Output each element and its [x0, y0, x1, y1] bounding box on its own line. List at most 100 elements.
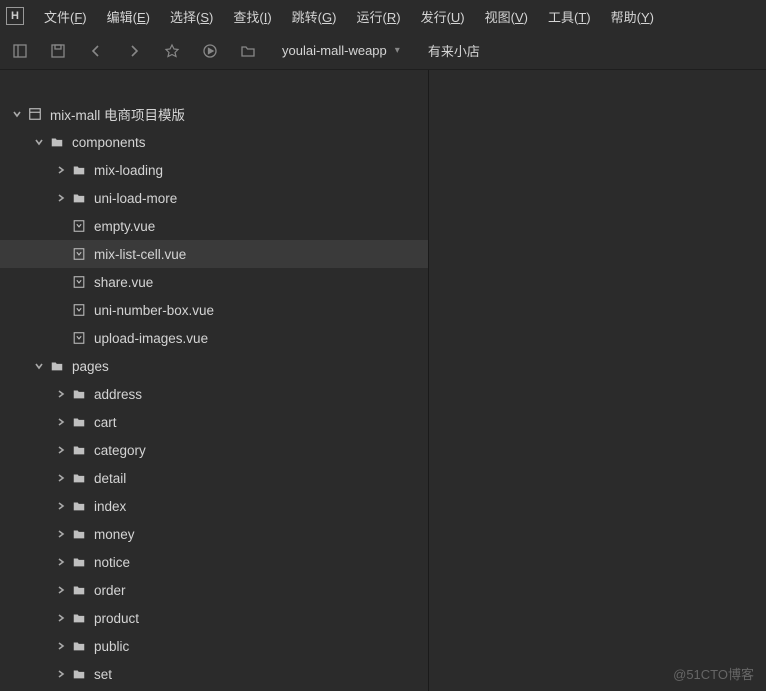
watermark: @51CTO博客 — [673, 664, 754, 683]
tree-item-label: cart — [94, 415, 117, 430]
tree-folder[interactable]: money — [0, 520, 428, 548]
star-icon[interactable] — [162, 41, 182, 61]
folder-toolbar-icon[interactable] — [238, 41, 258, 61]
tree-item-label: mix-loading — [94, 163, 163, 178]
chevron-right-icon[interactable] — [54, 443, 68, 457]
tree-file[interactable]: empty.vue — [0, 212, 428, 240]
folder-icon — [70, 497, 88, 515]
tree-file[interactable]: mix-list-cell.vue — [0, 240, 428, 268]
menu-u[interactable]: 发行(U) — [411, 3, 475, 30]
folder-icon — [70, 637, 88, 655]
tree-item-label: uni-number-box.vue — [94, 303, 214, 318]
menu-g[interactable]: 跳转(G) — [282, 3, 347, 30]
tree-folder[interactable]: set — [0, 660, 428, 688]
tree-folder[interactable]: index — [0, 492, 428, 520]
tree-folder[interactable]: address — [0, 380, 428, 408]
run-icon[interactable] — [200, 41, 220, 61]
menu-v[interactable]: 视图(V) — [475, 3, 538, 30]
tree-item-label: public — [94, 639, 129, 654]
tree-item-label: pages — [72, 359, 109, 374]
folder-icon — [48, 357, 66, 375]
file-tree: mix-mall 电商项目模版 components mix-loading uni-… — [0, 70, 428, 691]
tree-file[interactable]: uni-number-box.vue — [0, 296, 428, 324]
tree-item-label: uni-load-more — [94, 191, 177, 206]
chevron-down-icon[interactable] — [32, 135, 46, 149]
chevron-spacer — [54, 331, 68, 345]
back-icon[interactable] — [86, 41, 106, 61]
chevron-right-icon[interactable] — [54, 639, 68, 653]
folder-icon — [70, 665, 88, 683]
project-icon — [26, 105, 44, 123]
vue-icon — [70, 301, 88, 319]
tree-folder[interactable]: pages — [0, 352, 428, 380]
tree-folder[interactable]: components — [0, 128, 428, 156]
tree-folder[interactable]: uni-load-more — [0, 184, 428, 212]
tree-item-label: product — [94, 611, 139, 626]
layout-icon[interactable] — [10, 41, 30, 61]
tree-item-label: notice — [94, 555, 130, 570]
main-area: mix-mall 电商项目模版 components mix-loading uni-… — [0, 70, 766, 691]
menu-y[interactable]: 帮助(Y) — [601, 3, 664, 30]
tree-folder[interactable]: notice — [0, 548, 428, 576]
chevron-right-icon[interactable] — [54, 415, 68, 429]
chevron-right-icon[interactable] — [54, 555, 68, 569]
folder-icon — [70, 553, 88, 571]
tree-folder[interactable]: mix-mall 电商项目模版 — [0, 100, 428, 128]
chevron-right-icon[interactable] — [54, 667, 68, 681]
menu-t[interactable]: 工具(T) — [538, 3, 601, 30]
tree-folder[interactable]: public — [0, 632, 428, 660]
chevron-spacer — [54, 303, 68, 317]
tree-item-label: components — [72, 135, 146, 150]
chevron-spacer — [54, 219, 68, 233]
project-selector[interactable]: youlai-mall-weapp ▾ — [276, 41, 406, 60]
vue-icon — [70, 245, 88, 263]
file-explorer: mix-mall 电商项目模版 components mix-loading uni-… — [0, 70, 428, 691]
tree-item-label: mix-mall 电商项目模版 — [50, 104, 185, 124]
tree-item-label: upload-images.vue — [94, 331, 208, 346]
tree-folder[interactable]: product — [0, 604, 428, 632]
editor-pane — [428, 70, 766, 691]
folder-icon — [70, 469, 88, 487]
chevron-right-icon[interactable] — [54, 163, 68, 177]
menu-r[interactable]: 运行(R) — [346, 3, 410, 30]
folder-icon — [70, 441, 88, 459]
tree-folder[interactable]: cart — [0, 408, 428, 436]
tree-item-label: detail — [94, 471, 126, 486]
folder-icon — [70, 525, 88, 543]
chevron-right-icon[interactable] — [54, 499, 68, 513]
save-icon[interactable] — [48, 41, 68, 61]
chevron-right-icon[interactable] — [54, 583, 68, 597]
project-name-label: youlai-mall-weapp — [282, 43, 387, 58]
tree-file[interactable]: share.vue — [0, 268, 428, 296]
chevron-right-icon[interactable] — [54, 387, 68, 401]
chevron-right-icon[interactable] — [54, 527, 68, 541]
menubar: H 文件(F)编辑(E)选择(S)查找(I)跳转(G)运行(R)发行(U)视图(… — [0, 0, 766, 32]
tree-folder[interactable]: detail — [0, 464, 428, 492]
folder-icon — [70, 385, 88, 403]
menu-f[interactable]: 文件(F) — [34, 3, 97, 30]
tree-folder[interactable]: mix-loading — [0, 156, 428, 184]
tree-file[interactable]: upload-images.vue — [0, 324, 428, 352]
menu-e[interactable]: 编辑(E) — [97, 3, 160, 30]
tree-item-label: index — [94, 499, 126, 514]
chevron-spacer — [54, 275, 68, 289]
menu-i[interactable]: 查找(I) — [223, 3, 281, 30]
tree-folder[interactable]: order — [0, 576, 428, 604]
chevron-right-icon[interactable] — [54, 611, 68, 625]
folder-icon — [70, 581, 88, 599]
menu-s[interactable]: 选择(S) — [160, 3, 223, 30]
tree-item-label: mix-list-cell.vue — [94, 247, 186, 262]
tree-item-label: money — [94, 527, 135, 542]
forward-icon[interactable] — [124, 41, 144, 61]
chevron-down-icon[interactable] — [10, 107, 24, 121]
chevron-down-icon[interactable] — [32, 359, 46, 373]
chevron-right-icon[interactable] — [54, 191, 68, 205]
tree-folder[interactable]: category — [0, 436, 428, 464]
tree-item-label: address — [94, 387, 142, 402]
tree-item-label: category — [94, 443, 146, 458]
device-selector[interactable]: 有来小店 — [424, 41, 484, 60]
dropdown-arrow-icon: ▾ — [395, 45, 400, 56]
vue-icon — [70, 329, 88, 347]
tree-item-label: order — [94, 583, 126, 598]
chevron-right-icon[interactable] — [54, 471, 68, 485]
